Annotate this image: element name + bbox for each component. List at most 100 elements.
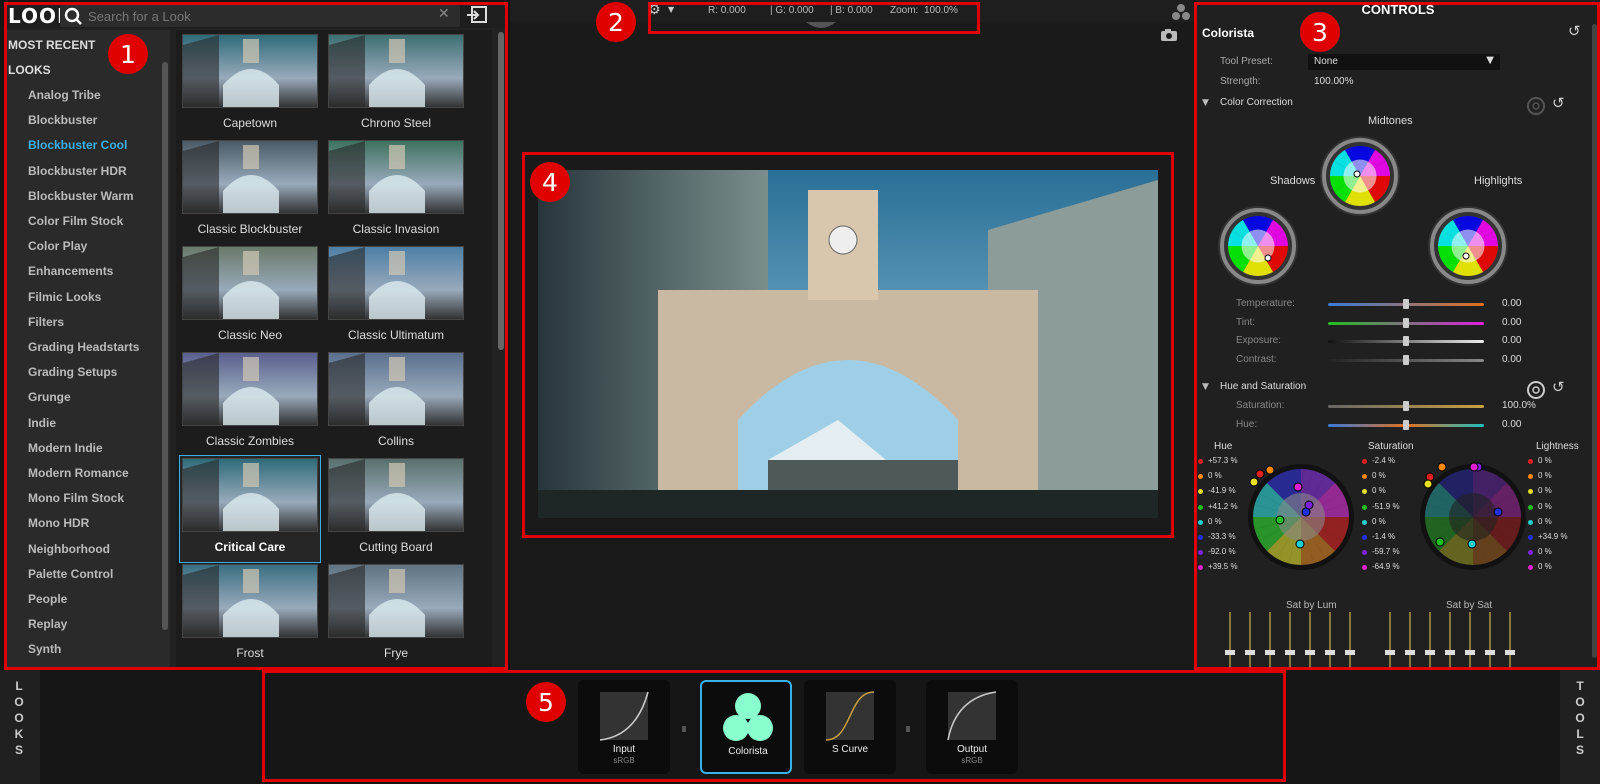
look-thumbnail[interactable]: Classic Invasion — [326, 138, 466, 244]
look-thumbnail[interactable]: Frye — [326, 562, 466, 668]
hsl-value[interactable]: +41.2 % — [1208, 502, 1238, 511]
category-item[interactable]: Grunge — [28, 390, 71, 404]
slider-value[interactable]: 0.00 — [1502, 298, 1521, 309]
look-thumbnail[interactable]: Classic Blockbuster — [180, 138, 320, 244]
hsl-value[interactable]: 0 % — [1538, 547, 1552, 556]
strength-value[interactable]: 100.00% — [1314, 76, 1353, 87]
slider-value[interactable]: 0.00 — [1502, 354, 1521, 365]
hsl-value[interactable]: -2.4 % — [1372, 456, 1395, 465]
looks-side-tab[interactable]: LOOKS — [0, 670, 40, 784]
category-item[interactable]: Blockbuster Warm — [28, 189, 134, 203]
category-item[interactable]: Neighborhood — [28, 542, 110, 556]
hsl-value[interactable]: -59.7 % — [1372, 547, 1400, 556]
hs-slider-thumb[interactable] — [1403, 401, 1409, 411]
category-item[interactable]: Modern Romance — [28, 466, 129, 480]
hsl-value[interactable]: -92.0 % — [1208, 547, 1236, 556]
category-item[interactable]: Analog Tribe — [28, 88, 101, 102]
category-item[interactable]: Filmic Looks — [28, 290, 101, 304]
hsl-value[interactable]: +34.9 % — [1538, 532, 1568, 541]
hsl-value[interactable]: 0 % — [1538, 486, 1552, 495]
hsl-value[interactable]: -51.9 % — [1372, 502, 1400, 511]
pipeline-node[interactable]: Colorista — [700, 680, 792, 774]
most-recent-header[interactable]: MOST RECENT — [8, 38, 95, 52]
zoom-value[interactable]: 100.0% — [924, 5, 958, 16]
hsl-value[interactable]: -33.3 % — [1208, 532, 1236, 541]
color-correction-header[interactable]: Color Correction — [1220, 97, 1293, 108]
look-thumbnail[interactable]: Chrono Steel — [326, 32, 466, 138]
hsl-value[interactable]: 0 % — [1538, 456, 1552, 465]
clear-search-icon[interactable]: ✕ — [438, 6, 450, 22]
color-reset-icon[interactable]: ↺ — [1552, 94, 1565, 112]
search-field[interactable]: ✕ — [60, 5, 460, 27]
tools-side-tab[interactable]: TOOLS — [1560, 670, 1600, 784]
category-item[interactable]: Filters — [28, 315, 64, 329]
lightness-wheel[interactable] — [1418, 462, 1528, 572]
hue-wheel[interactable] — [1246, 462, 1356, 572]
look-thumbnail[interactable]: Cutting Board — [326, 456, 466, 562]
category-item[interactable]: Blockbuster — [28, 113, 97, 127]
category-item[interactable]: Grading Setups — [28, 365, 117, 379]
settings-gear-icon[interactable]: ⚙ — [648, 2, 661, 18]
pipeline-node[interactable]: Input sRGB — [578, 680, 670, 774]
hsl-value[interactable]: 0 % — [1372, 471, 1386, 480]
look-thumbnail[interactable]: Capetown — [180, 32, 320, 138]
look-thumbnail[interactable]: Classic Neo — [180, 244, 320, 350]
look-thumbnail[interactable]: Classic Ultimatum — [326, 244, 466, 350]
hs-slider-thumb[interactable] — [1403, 419, 1409, 430]
hsl-value[interactable]: +39.5 % — [1208, 562, 1238, 571]
category-item[interactable]: Indie — [28, 416, 56, 430]
color-wheel[interactable] — [1428, 206, 1508, 286]
reset-icon[interactable]: ↺ — [1568, 22, 1581, 40]
hsl-value[interactable]: 0 % — [1538, 562, 1552, 571]
viewer-handle[interactable] — [806, 22, 836, 30]
category-item[interactable]: Enhancements — [28, 264, 113, 278]
slider-thumb[interactable] — [1403, 299, 1409, 309]
pipeline-node[interactable]: S Curve — [804, 680, 896, 774]
camera-icon[interactable] — [1160, 28, 1178, 42]
slider-value[interactable]: 0.00 — [1502, 335, 1521, 346]
hs-toggle-icon[interactable] — [1526, 380, 1546, 400]
color-wheel[interactable] — [1320, 136, 1400, 216]
hsl-value[interactable]: 0 % — [1208, 471, 1222, 480]
category-item[interactable]: Mono HDR — [28, 516, 89, 530]
slider-thumb[interactable] — [1403, 317, 1409, 328]
slider-value[interactable]: 0.00 — [1502, 317, 1521, 328]
category-scrollbar[interactable] — [162, 62, 168, 630]
search-input[interactable] — [88, 7, 428, 25]
hsl-value[interactable]: 0 % — [1538, 517, 1552, 526]
import-icon[interactable] — [466, 6, 488, 24]
category-item[interactable]: Blockbuster HDR — [28, 164, 127, 178]
thumbnails-scrollbar[interactable] — [498, 32, 504, 350]
hsl-value[interactable]: 0 % — [1372, 486, 1386, 495]
looks-header[interactable]: LOOKS — [8, 63, 51, 77]
hsl-value[interactable]: 0 % — [1538, 471, 1552, 480]
sat-curves-sliders[interactable] — [1196, 612, 1600, 670]
look-thumbnail[interactable]: Collins — [326, 350, 466, 456]
category-item[interactable]: People — [28, 592, 67, 606]
tool-preset-select[interactable]: None ▼ — [1308, 54, 1500, 70]
color-wheel[interactable] — [1218, 206, 1298, 286]
chevron-down-icon[interactable]: ▼ — [668, 5, 674, 14]
category-item[interactable]: Color Play — [28, 239, 87, 253]
hs-reset-icon[interactable]: ↺ — [1552, 378, 1565, 396]
category-item[interactable]: Blockbuster Cool — [28, 138, 127, 152]
hsl-value[interactable]: 0 % — [1538, 502, 1552, 511]
collapse-arrow-icon-2[interactable]: ▼ — [1202, 382, 1209, 392]
hsl-value[interactable]: +57.3 % — [1208, 456, 1238, 465]
category-item[interactable]: Palette Control — [28, 567, 113, 581]
category-item[interactable]: Mono Film Stock — [28, 491, 124, 505]
hue-sat-header[interactable]: Hue and Saturation — [1220, 381, 1306, 392]
pipeline-node[interactable]: Output sRGB — [926, 680, 1018, 774]
hs-slider-value[interactable]: 0.00 — [1502, 419, 1521, 430]
hsl-value[interactable]: -64.9 % — [1372, 562, 1400, 571]
slider-thumb[interactable] — [1403, 354, 1409, 365]
look-thumbnail[interactable]: Critical Care — [179, 455, 321, 563]
collapse-arrow-icon[interactable]: ▼ — [1202, 98, 1209, 108]
category-item[interactable]: Grading Headstarts — [28, 340, 139, 354]
hsl-value[interactable]: -1.4 % — [1372, 532, 1395, 541]
category-item[interactable]: Replay — [28, 617, 67, 631]
hsl-value[interactable]: 0 % — [1208, 517, 1222, 526]
wheel-toggle-icon[interactable] — [1526, 96, 1546, 116]
slider-thumb[interactable] — [1403, 336, 1409, 346]
category-item[interactable]: Synth — [28, 642, 61, 656]
